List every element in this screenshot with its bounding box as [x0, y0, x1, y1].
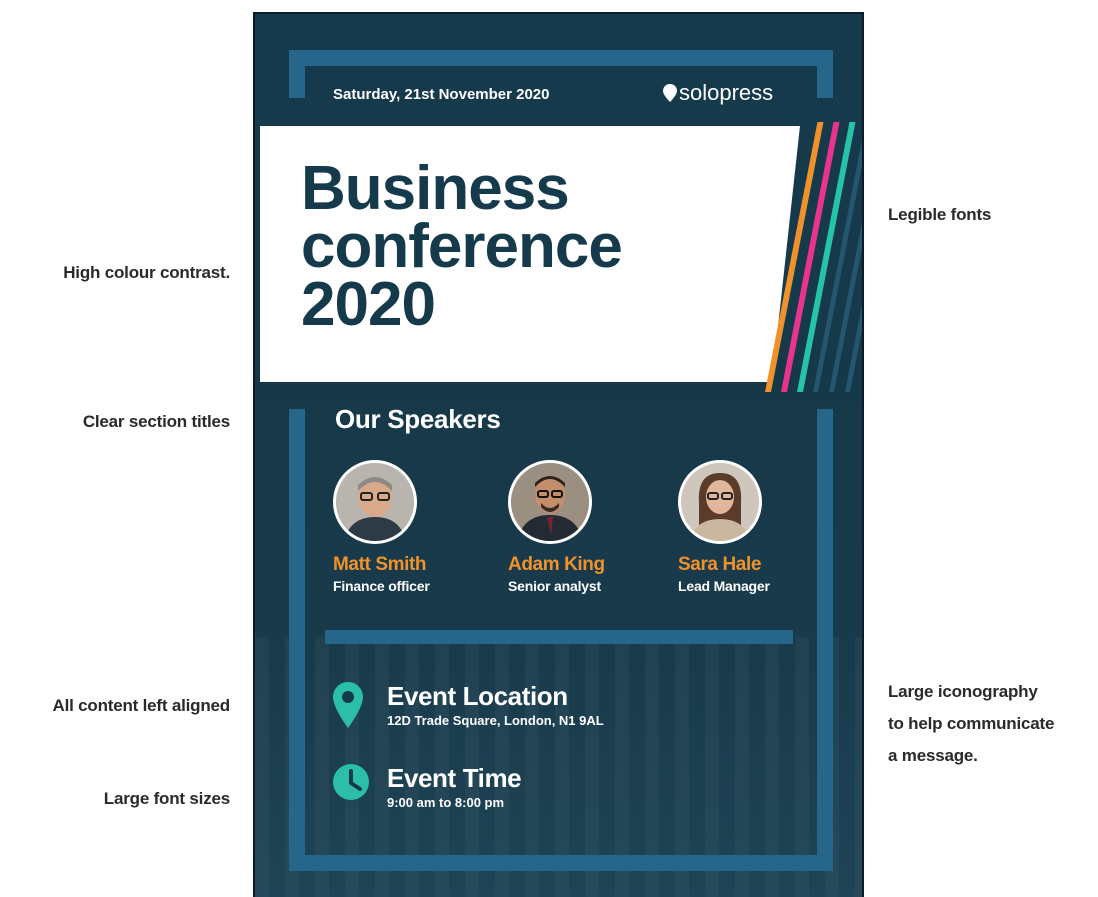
annotation-legible-fonts: Legible fonts	[888, 205, 992, 224]
annotation-section-titles: Clear section titles	[82, 412, 230, 431]
speaker-card: Sara Hale Lead Manager	[678, 460, 828, 594]
speaker-avatar	[678, 460, 762, 544]
logo-pin-icon	[663, 84, 677, 102]
event-date: Saturday, 21st November 2020	[333, 86, 550, 103]
time-range: 9:00 am to 8:00 pm	[387, 795, 505, 810]
annotation-iconography-2: to help communicate	[888, 714, 1055, 733]
clock-icon	[333, 764, 369, 805]
brand-logo: solopress	[663, 80, 773, 106]
brand-name: solopress	[679, 80, 774, 105]
frame-left-bar	[289, 409, 305, 871]
location-heading: Event Location	[387, 681, 568, 711]
frame-bottom-bar	[289, 855, 833, 871]
speaker-name: Matt Smith	[333, 554, 427, 575]
annotation-high-contrast: High colour contrast.	[63, 263, 230, 282]
title-line-2: conference	[301, 212, 623, 281]
speaker-role: Senior analyst	[508, 578, 601, 594]
annotation-iconography-3: a message.	[888, 746, 978, 765]
frame-top-right-leg	[817, 50, 833, 98]
event-time: Event Time 9:00 am to 8:00 pm	[333, 763, 522, 810]
title-line-3: 2020	[301, 270, 436, 339]
event-title: Business conference 2020	[301, 154, 721, 339]
speaker-role: Finance officer	[333, 578, 430, 594]
speaker-card: Matt Smith Finance officer	[333, 460, 483, 594]
title-line-1: Business	[301, 154, 570, 223]
speaker-name: Adam King	[508, 554, 605, 575]
speaker-role: Lead Manager	[678, 578, 770, 594]
speaker-avatar	[333, 460, 417, 544]
speakers-section-title: Our Speakers	[335, 404, 501, 434]
frame-top-left-leg	[289, 50, 305, 98]
speaker-name: Sara Hale	[678, 554, 762, 575]
annotation-iconography-1: Large iconography	[888, 682, 1038, 701]
annotation-left-aligned: All content left aligned	[52, 696, 231, 715]
section-divider	[325, 630, 793, 644]
speaker-avatar	[508, 460, 592, 544]
map-pin-icon	[333, 682, 369, 733]
conference-poster: Saturday, 21st November 2020 solopress B…	[253, 12, 864, 897]
frame-top-bar	[289, 50, 833, 66]
location-address: 12D Trade Square, London, N1 9AL	[387, 713, 604, 728]
speaker-card: Adam King Senior analyst	[508, 460, 658, 594]
event-location: Event Location 12D Trade Square, London,…	[333, 682, 604, 733]
time-heading: Event Time	[387, 763, 522, 793]
annotation-large-fonts: Large font sizes	[103, 789, 230, 808]
